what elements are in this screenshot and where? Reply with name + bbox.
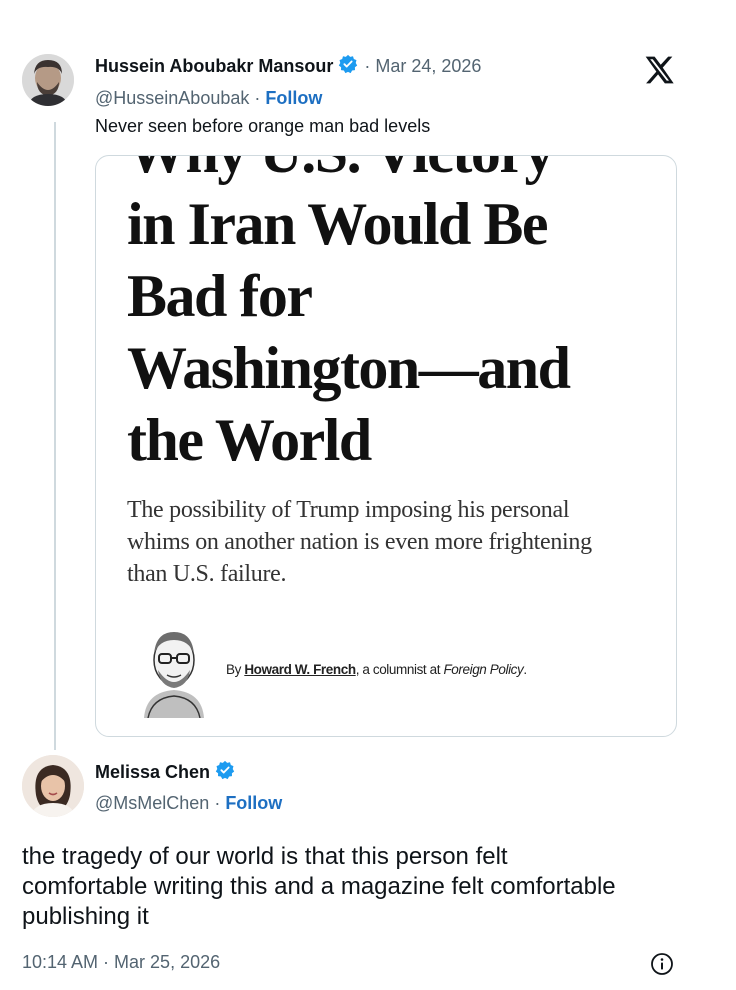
reply-header: Melissa Chen — [95, 760, 235, 784]
article-headline: Why U.S. Victory in Iran Would Be Bad fo… — [127, 156, 667, 476]
thread-line — [54, 122, 56, 750]
verified-badge-icon — [338, 54, 358, 79]
reply-author-handle[interactable]: @MsMelChen — [95, 793, 209, 814]
article-image-card[interactable]: Why U.S. Victory in Iran Would Be Bad fo… — [95, 155, 677, 737]
byline-end: . — [523, 662, 527, 677]
byline-author: Howard W. French — [244, 662, 356, 677]
byline-prefix: By — [226, 662, 245, 677]
reply-follow-button[interactable]: Follow — [225, 793, 282, 814]
follow-button[interactable]: Follow — [265, 88, 322, 109]
headline-line: Bad for — [127, 263, 313, 329]
article-dek: The possibility of Trump imposing his pe… — [127, 497, 592, 587]
author-handle[interactable]: @HusseinAboubak — [95, 88, 249, 109]
x-logo-icon[interactable] — [643, 54, 675, 86]
byline-publication: Foreign Policy — [443, 662, 524, 677]
headline-line: Why U.S. Victory — [127, 156, 667, 188]
tweet-header: Hussein Aboubakr Mansour · Mar 24, 2026 — [95, 54, 481, 78]
headline-line: the World — [127, 407, 372, 473]
author-avatar[interactable] — [22, 54, 74, 106]
reply-author-name[interactable]: Melissa Chen — [95, 762, 210, 783]
headline-line: in Iran Would Be — [127, 191, 549, 257]
article-byline: By Howard W. French, a columnist at Fore… — [226, 662, 527, 677]
tweet-text: Never seen before orange man bad levels — [95, 116, 431, 136]
post-date[interactable]: · Mar 24, 2026 — [364, 56, 481, 77]
info-icon[interactable] — [650, 952, 674, 976]
verified-badge-icon — [215, 760, 235, 785]
author-handle-row: @HusseinAboubak · Follow — [95, 86, 322, 110]
reply-author-avatar[interactable] — [22, 755, 84, 817]
author-portrait-illustration — [134, 618, 214, 719]
reply-handle-row: @MsMelChen · Follow — [95, 791, 282, 815]
separator-dot: · — [254, 87, 261, 108]
reply-timestamp[interactable]: 10:14 AM · Mar 25, 2026 — [22, 952, 220, 973]
author-name[interactable]: Hussein Aboubakr Mansour — [95, 56, 333, 77]
reply-text: the tragedy of our world is that this pe… — [22, 843, 616, 930]
headline-line: Washington—and — [127, 335, 571, 401]
separator-dot: · — [214, 792, 221, 813]
byline-middle: , a columnist at — [355, 662, 444, 677]
